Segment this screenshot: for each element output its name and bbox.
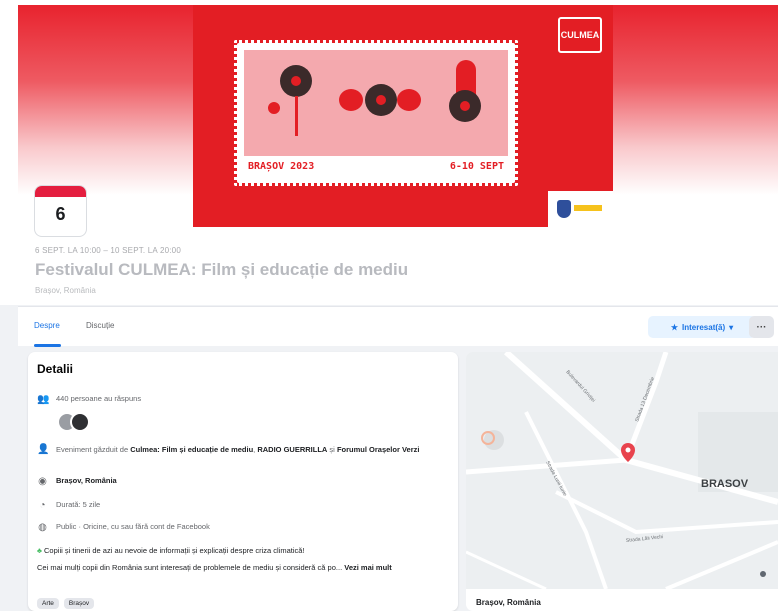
event-title: Festivalul CULMEA: Film și educație de m… xyxy=(35,260,409,279)
calendar-day: 6 xyxy=(55,204,66,224)
map-city-label: BRASOV xyxy=(701,478,749,490)
description-text: Cei mai mulți copii din România sunt int… xyxy=(37,563,392,572)
host-link[interactable]: RADIO GUERRILLA xyxy=(257,445,327,454)
festival-logo: CULMEA xyxy=(558,17,602,53)
interested-label: Interesat(ă) xyxy=(682,322,726,332)
calendar-top xyxy=(35,186,86,197)
location-row[interactable]: ◉ Brașov, România xyxy=(37,476,447,487)
description-line1: ♣ Copiii și tinerii de azi au nevoie de … xyxy=(37,546,305,555)
poster-dates: 6-10 SEPT xyxy=(449,160,504,172)
flower-stem xyxy=(295,96,298,136)
shield-icon xyxy=(557,200,571,218)
privacy-row: ◍ Public · Oricine, cu sau fără cont de … xyxy=(37,522,447,533)
tab-despre[interactable]: Despre xyxy=(34,321,60,330)
tag-arte[interactable]: Arte xyxy=(37,598,59,609)
host-text: Eveniment găzduit de Culmea: Film și edu… xyxy=(56,445,420,454)
poster-stamp: BRAȘOV 2023 6-10 SEPT xyxy=(234,40,518,186)
details-card: Detalii 👥 440 persoane au răspuns 👤 Even… xyxy=(28,352,458,611)
tab-active-indicator xyxy=(34,344,61,347)
host-link[interactable]: Culmea: Film și educație de mediu xyxy=(130,445,253,454)
star-icon: ★ xyxy=(670,322,679,332)
host-link[interactable]: Forumul Orașelor Verzi xyxy=(337,445,420,454)
avatar xyxy=(70,412,90,432)
butterfly-wing-left xyxy=(336,86,366,114)
responses-row[interactable]: 👥 440 persoane au răspuns xyxy=(37,394,447,405)
host-row: 👤 Eveniment găzduit de Culmea: Film și e… xyxy=(37,444,447,455)
responders-avatars[interactable] xyxy=(57,412,90,432)
duration-text: Durată: 5 zile xyxy=(56,500,101,509)
map-roads: BRASOV Bulevardul Griviței Strada 13 Dec… xyxy=(466,352,778,591)
partner-logo-bar xyxy=(574,205,602,211)
tag-brasov[interactable]: Brașov xyxy=(63,598,95,609)
globe-icon: ◍ xyxy=(38,522,47,533)
location-text: Brașov, România xyxy=(56,476,117,485)
responses-text: 440 persoane au răspuns xyxy=(56,394,142,403)
tab-discutie[interactable]: Discuție xyxy=(86,321,114,330)
poster-city-year: BRAȘOV 2023 xyxy=(248,160,315,172)
partner-logo xyxy=(548,191,613,227)
duration-row: ◔ Durată: 5 zile xyxy=(37,500,447,511)
event-header: CULMEA BRAȘOV 2023 6-10 SEPT 6 6 SEPT. L… xyxy=(0,0,778,305)
map-card: BRASOV Bulevardul Griviței Strada 13 Dec… xyxy=(466,352,778,611)
flower-leaf xyxy=(266,100,282,116)
event-tab-bar: Despre Discuție ★ Interesat(ă) ▾ ··· xyxy=(18,306,778,347)
people-icon: 👥 xyxy=(37,394,50,405)
map-caption: Brașov, România xyxy=(476,598,541,607)
leaf-icon: ♣ xyxy=(37,546,42,555)
parrot-reel-icon xyxy=(449,90,481,122)
event-location[interactable]: Brașov, România xyxy=(35,286,96,295)
interested-button[interactable]: ★ Interesat(ă) ▾ xyxy=(648,316,756,338)
clock-icon: ◔ xyxy=(39,500,46,511)
stamp-footer: BRAȘOV 2023 6-10 SEPT xyxy=(244,156,508,176)
see-more-link[interactable]: Vezi mai mult xyxy=(344,563,392,572)
calendar-icon: 6 xyxy=(35,186,86,236)
location-map[interactable]: BRASOV Bulevardul Griviței Strada 13 Dec… xyxy=(466,352,778,591)
butterfly-wing-right xyxy=(394,86,424,114)
host-icon: 👤 xyxy=(37,444,50,455)
more-options-button[interactable]: ··· xyxy=(749,316,774,338)
privacy-text: Public · Oricine, cu sau fără cont de Fa… xyxy=(56,522,210,531)
event-date-range: 6 SEPT. LA 10:00 – 10 SEPT. LA 20:00 xyxy=(35,246,181,255)
butterfly-reel-icon xyxy=(365,84,397,116)
location-pin-icon: ◉ xyxy=(38,476,47,487)
cover-photo[interactable]: CULMEA BRAȘOV 2023 6-10 SEPT xyxy=(193,5,613,227)
details-heading: Detalii xyxy=(37,362,74,376)
chevron-down-icon: ▾ xyxy=(729,322,734,332)
event-tags: Arte Brașov xyxy=(37,598,95,609)
film-reel-icon xyxy=(280,65,312,97)
